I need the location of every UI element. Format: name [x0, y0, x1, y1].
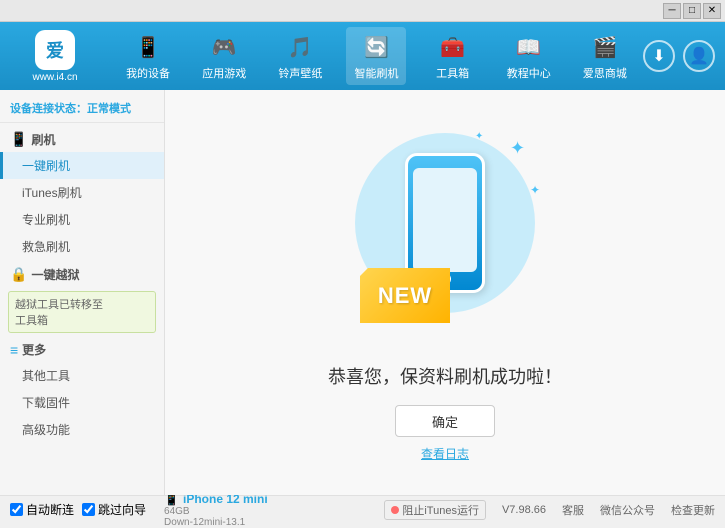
maximize-button[interactable]: □	[683, 3, 701, 19]
check-update-link[interactable]: 检查更新	[671, 502, 715, 518]
sidebar: 设备连接状态：正常模式 📱 刷机 一键刷机 iTunes刷机 专业刷机 救急刷机…	[0, 90, 165, 495]
success-message: 恭喜您，保资料刷机成功啦！	[328, 363, 562, 389]
sidebar-item-recovery-flash[interactable]: 救急刷机	[0, 233, 164, 260]
status-value: 正常模式	[87, 103, 131, 115]
jailbreak-group: 🔒 一键越狱 越狱工具已转移至工具箱	[0, 262, 164, 333]
media-store-label: 爱思商城	[583, 65, 627, 81]
jailbreak-notice-text: 越狱工具已转移至工具箱	[15, 299, 103, 327]
my-device-label: 我的设备	[126, 65, 170, 81]
smart-flash-label: 智能刷机	[354, 65, 398, 81]
logo-url: www.i4.cn	[32, 72, 77, 83]
more-group-icon: ≡	[10, 342, 18, 358]
device-info: 📱 iPhone 12 mini 64GB Down-12mini-13.1	[164, 492, 268, 528]
window-controls[interactable]: ─ □ ✕	[663, 3, 721, 19]
star-2: ✦	[530, 183, 540, 197]
status-label: 设备连接状态：	[10, 103, 87, 115]
flash-group-title: 📱 刷机	[0, 127, 164, 152]
customer-service-link[interactable]: 客服	[562, 502, 584, 518]
wechat-link[interactable]: 微信公众号	[600, 502, 655, 518]
smart-flash-icon: 🔄	[360, 31, 392, 63]
nav-tutorial[interactable]: 📖 教程中心	[499, 27, 559, 85]
nav-my-device[interactable]: 📱 我的设备	[118, 27, 178, 85]
sidebar-item-advanced[interactable]: 高级功能	[0, 416, 164, 443]
main-area: 设备连接状态：正常模式 📱 刷机 一键刷机 iTunes刷机 专业刷机 救急刷机…	[0, 90, 725, 495]
auto-scroll-check[interactable]	[10, 503, 23, 516]
device-status: 设备连接状态：正常模式	[0, 96, 164, 123]
star-3: ✦	[475, 131, 483, 142]
nav-toolbox[interactable]: 🧰 工具箱	[423, 27, 483, 85]
my-device-icon: 📱	[132, 31, 164, 63]
lock-icon: 🔒	[10, 266, 27, 283]
nav-app-game[interactable]: 🎮 应用游戏	[194, 27, 254, 85]
auto-scroll-checkbox[interactable]: 自动断连	[10, 501, 74, 518]
toolbox-icon: 🧰	[437, 31, 469, 63]
star-1: ✦	[510, 138, 525, 159]
sidebar-item-download-firmware[interactable]: 下载固件	[0, 389, 164, 416]
more-group-label: 更多	[22, 341, 46, 358]
header-right: ⬇ 👤	[643, 40, 715, 72]
toolbox-label: 工具箱	[436, 65, 469, 81]
nav-smart-flash[interactable]: 🔄 智能刷机	[346, 27, 406, 85]
more-group: ≡ 更多 其他工具 下载固件 高级功能	[0, 337, 164, 443]
close-button[interactable]: ✕	[703, 3, 721, 19]
title-bar: ─ □ ✕	[0, 0, 725, 22]
tutorial-label: 教程中心	[507, 65, 551, 81]
jailbreak-label: 一键越狱	[31, 266, 79, 283]
new-badge: NEW	[360, 268, 450, 323]
logo[interactable]: 爱 www.i4.cn	[10, 30, 100, 83]
ringtone-icon: 🎵	[284, 31, 316, 63]
sidebar-item-itunes-flash[interactable]: iTunes刷机	[0, 179, 164, 206]
sidebar-item-one-click-flash[interactable]: 一键刷机	[0, 152, 164, 179]
jailbreak-group-title: 🔒 一键越狱	[0, 262, 164, 287]
via-wizard-checkbox[interactable]: 跳过向导	[82, 501, 146, 518]
app-game-label: 应用游戏	[202, 65, 246, 81]
ringtone-label: 铃声壁纸	[278, 65, 322, 81]
device-storage: 64GB	[164, 506, 268, 517]
download-button[interactable]: ⬇	[643, 40, 675, 72]
nav-ringtone[interactable]: 🎵 铃声壁纸	[270, 27, 330, 85]
content-area: ✦ ✦ ✦ NEW 恭喜您，保资料刷机成功啦！ 确定 查看日志	[165, 90, 725, 495]
flash-group: 📱 刷机 一键刷机 iTunes刷机 专业刷机 救急刷机	[0, 127, 164, 260]
sidebar-item-other-tools[interactable]: 其他工具	[0, 362, 164, 389]
version-text: V7.98.66	[502, 504, 546, 516]
header: 爱 www.i4.cn 📱 我的设备 🎮 应用游戏 🎵 铃声壁纸 🔄 智能刷机 …	[0, 22, 725, 90]
new-badge-text: NEW	[378, 283, 432, 309]
device-firmware: Down-12mini-13.1	[164, 517, 268, 528]
logo-icon: 爱	[35, 30, 75, 70]
app-game-icon: 🎮	[208, 31, 240, 63]
user-button[interactable]: 👤	[683, 40, 715, 72]
itunes-status-label: 阻止iTunes运行	[402, 502, 479, 518]
phone-illustration: ✦ ✦ ✦ NEW	[345, 123, 545, 343]
minimize-button[interactable]: ─	[663, 3, 681, 19]
via-wizard-label: 跳过向导	[98, 501, 146, 518]
more-group-title: ≡ 更多	[0, 337, 164, 362]
flash-group-icon: 📱	[10, 131, 27, 148]
bottom-left: 自动断连 跳过向导 📱 iPhone 12 mini 64GB Down-12m…	[10, 492, 268, 528]
nav-media-store[interactable]: 🎬 爱思商城	[575, 27, 635, 85]
bottom-bar: 自动断连 跳过向导 📱 iPhone 12 mini 64GB Down-12m…	[0, 495, 725, 523]
media-store-icon: 🎬	[589, 31, 621, 63]
nav-bar: 📱 我的设备 🎮 应用游戏 🎵 铃声壁纸 🔄 智能刷机 🧰 工具箱 📖 教程中心…	[110, 27, 643, 85]
itunes-indicator	[391, 506, 399, 514]
via-wizard-check[interactable]	[82, 503, 95, 516]
tutorial-icon: 📖	[513, 31, 545, 63]
phone-screen	[413, 168, 477, 272]
jailbreak-notice: 越狱工具已转移至工具箱	[8, 291, 156, 333]
sidebar-item-pro-flash[interactable]: 专业刷机	[0, 206, 164, 233]
itunes-status[interactable]: 阻止iTunes运行	[384, 500, 486, 520]
bottom-right: 阻止iTunes运行 V7.98.66 客服 微信公众号 检查更新	[384, 500, 715, 520]
auto-scroll-label: 自动断连	[26, 501, 74, 518]
confirm-button[interactable]: 确定	[395, 405, 495, 437]
flash-group-label: 刷机	[31, 131, 55, 148]
goto-log-link[interactable]: 查看日志	[421, 445, 469, 462]
